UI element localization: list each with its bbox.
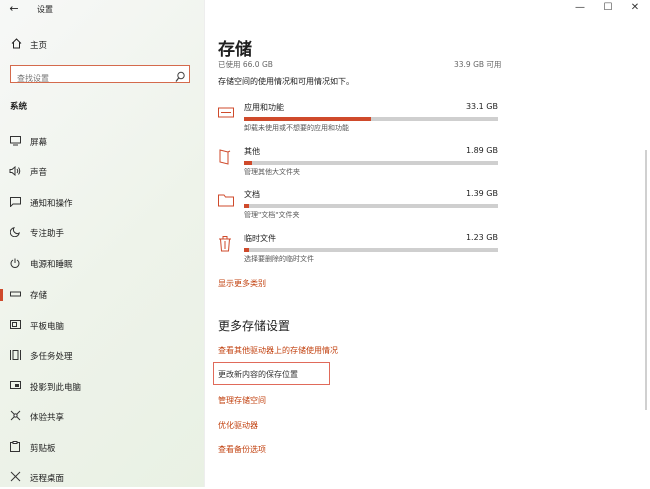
usage-bar-fill: [244, 248, 250, 252]
clipboard-icon: [8, 441, 22, 455]
category-description: 卸载未使用或不想要的应用和功能: [244, 124, 349, 132]
sidebar-item-label: 屏幕: [30, 138, 48, 148]
home-icon: [10, 38, 22, 52]
sidebar-item-label: 平板电脑: [30, 322, 65, 332]
sidebar-item-label: 剪贴板: [30, 444, 56, 454]
home-label: 主页: [30, 41, 48, 51]
selection-indicator: [0, 258, 3, 270]
show-more-categories-link[interactable]: 显示更多类别: [218, 278, 266, 289]
category-description: 管理"文档"文件夹: [244, 211, 300, 219]
category-documents[interactable]: 文档 1.39 GB 管理"文档"文件夹: [218, 189, 508, 223]
usage-bar: [244, 117, 498, 121]
storage-summary: 存储空间的使用情况和可用情况如下。: [218, 77, 354, 86]
sidebar-item-focus-assist[interactable]: 专注助手: [0, 222, 204, 244]
sidebar: ← 设置 主页 系统 屏幕 声音 通知和操作: [0, 0, 205, 487]
project-icon: [8, 380, 22, 394]
usage-bar: [244, 204, 498, 208]
multitask-icon: [8, 349, 22, 363]
sidebar-item-shared-experiences[interactable]: 体验共享: [0, 406, 204, 428]
folder-icon: [218, 192, 234, 208]
sidebar-item-project-to-pc[interactable]: 投影到此电脑: [0, 376, 204, 398]
tablet-icon: [8, 319, 22, 333]
search-icon[interactable]: [175, 68, 185, 82]
category-size: 1.39 GB: [465, 189, 498, 198]
category-size: 1.23 GB: [465, 233, 498, 242]
selection-indicator: [0, 350, 3, 362]
selection-indicator: [0, 411, 3, 423]
sidebar-item-clipboard[interactable]: 剪贴板: [0, 437, 204, 459]
category-name: 文档: [244, 190, 260, 199]
trash-icon: [218, 236, 234, 252]
selection-indicator: [0, 320, 3, 332]
usage-bar-fill: [244, 204, 250, 208]
sidebar-item-label: 多任务处理: [30, 352, 73, 362]
moon-icon: [8, 226, 22, 240]
category-name: 其他: [244, 147, 260, 156]
sidebar-item-multitasking[interactable]: 多任务处理: [0, 345, 204, 367]
usage-bar-fill: [244, 117, 371, 121]
sidebar-item-label: 通知和操作: [30, 199, 73, 209]
sidebar-item-label: 远程桌面: [30, 474, 65, 484]
free-space-label: 33.9 GB 可用: [454, 60, 502, 69]
usage-bar-fill: [244, 161, 252, 165]
remote-icon: [8, 471, 22, 485]
usage-bar: [244, 248, 498, 252]
home-nav-item[interactable]: 主页: [10, 37, 47, 53]
selection-indicator: [0, 381, 3, 393]
selection-indicator: [0, 472, 3, 484]
apps-icon: [218, 105, 234, 121]
page-title: 存储: [218, 40, 252, 60]
scrollbar[interactable]: [645, 150, 647, 410]
sidebar-item-storage[interactable]: 存储: [0, 284, 204, 306]
usage-bar: [244, 161, 498, 165]
speaker-icon: [8, 165, 22, 179]
sidebar-item-label: 电源和睡眠: [30, 260, 73, 270]
category-description: 选择要删除的临时文件: [244, 255, 314, 263]
section-label-system: 系统: [10, 102, 28, 112]
sidebar-item-notifications[interactable]: 通知和操作: [0, 192, 204, 214]
category-name: 应用和功能: [244, 103, 284, 112]
optimize-drives-link[interactable]: 优化驱动器: [218, 420, 258, 431]
back-button[interactable]: ←: [7, 2, 21, 16]
manage-storage-spaces-link[interactable]: 管理存储空间: [218, 395, 266, 406]
category-name: 临时文件: [244, 234, 276, 243]
category-size: 33.1 GB: [465, 102, 498, 111]
storage-icon: [8, 290, 22, 301]
search-input[interactable]: [11, 70, 173, 87]
used-space-label: 已使用 66.0 GB: [218, 60, 273, 69]
category-size: 1.89 GB: [465, 146, 498, 155]
category-temp-files[interactable]: 临时文件 1.23 GB 选择要删除的临时文件: [218, 233, 508, 267]
sidebar-item-label: 体验共享: [30, 413, 65, 423]
display-icon: [8, 135, 22, 149]
share-icon: [8, 410, 22, 424]
sidebar-item-label: 声音: [30, 168, 48, 178]
notification-icon: [8, 196, 22, 210]
sidebar-item-label: 投影到此电脑: [30, 383, 82, 393]
view-other-drives-link[interactable]: 查看其他驱动器上的存储使用情况: [218, 345, 338, 356]
selection-indicator: [0, 227, 3, 239]
selection-indicator: [0, 197, 3, 209]
power-icon: [8, 258, 22, 271]
more-storage-settings-heading: 更多存储设置: [218, 319, 291, 333]
backup-options-link[interactable]: 查看备份选项: [218, 444, 266, 455]
sidebar-item-tablet[interactable]: 平板电脑: [0, 315, 204, 337]
change-save-location-link[interactable]: 更改新内容的保存位置: [218, 369, 298, 380]
category-other[interactable]: 其他 1.89 GB 管理其他大文件夹: [218, 146, 508, 180]
other-icon: [218, 149, 234, 165]
sidebar-item-sound[interactable]: 声音: [0, 161, 204, 183]
selection-indicator: [0, 442, 3, 454]
sidebar-item-remote-desktop[interactable]: 远程桌面: [0, 467, 204, 489]
sidebar-item-power-sleep[interactable]: 电源和睡眠: [0, 253, 204, 275]
sidebar-item-display[interactable]: 屏幕: [0, 131, 204, 153]
selection-indicator: [0, 166, 3, 178]
sidebar-item-label: 存储: [30, 291, 48, 301]
window-title: 设置: [37, 5, 53, 14]
selection-indicator: [0, 136, 3, 148]
search-box[interactable]: [10, 65, 190, 87]
category-description: 管理其他大文件夹: [244, 168, 300, 176]
category-apps[interactable]: 应用和功能 33.1 GB 卸载未使用或不想要的应用和功能: [218, 102, 508, 136]
selection-indicator: [0, 289, 3, 301]
main-content: 存储 已使用 66.0 GB 33.9 GB 可用 存储空间的使用情况和可用情况…: [204, 0, 650, 487]
sidebar-item-label: 专注助手: [30, 229, 65, 239]
